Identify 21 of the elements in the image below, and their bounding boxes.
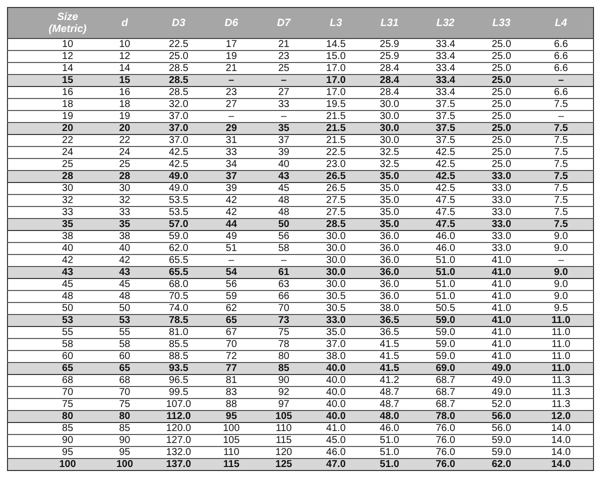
table-cell: 125 [258,458,310,470]
column-header: L4 [528,8,594,38]
table-cell: 115 [204,458,258,470]
column-header: L31 [362,8,418,38]
table-cell: 100 [8,458,98,470]
column-header: L33 [474,8,529,38]
table-cell: 62.0 [474,458,529,470]
column-header: D3 [152,8,205,38]
column-header: L3 [310,8,362,38]
table-cell: 14.0 [528,458,594,470]
table-cell: 76.0 [417,458,474,470]
table-cell: 47.0 [310,458,362,470]
column-header: L32 [417,8,474,38]
table-cell: 51.0 [362,458,418,470]
column-header: D7 [258,8,310,38]
header-sublabel: (Metric) [48,23,88,35]
header-label: Size [56,11,80,23]
table-cell: 100 [97,458,152,470]
column-header: D6 [204,8,258,38]
table-cell: 137.0 [152,458,205,470]
column-header: d [97,8,152,38]
